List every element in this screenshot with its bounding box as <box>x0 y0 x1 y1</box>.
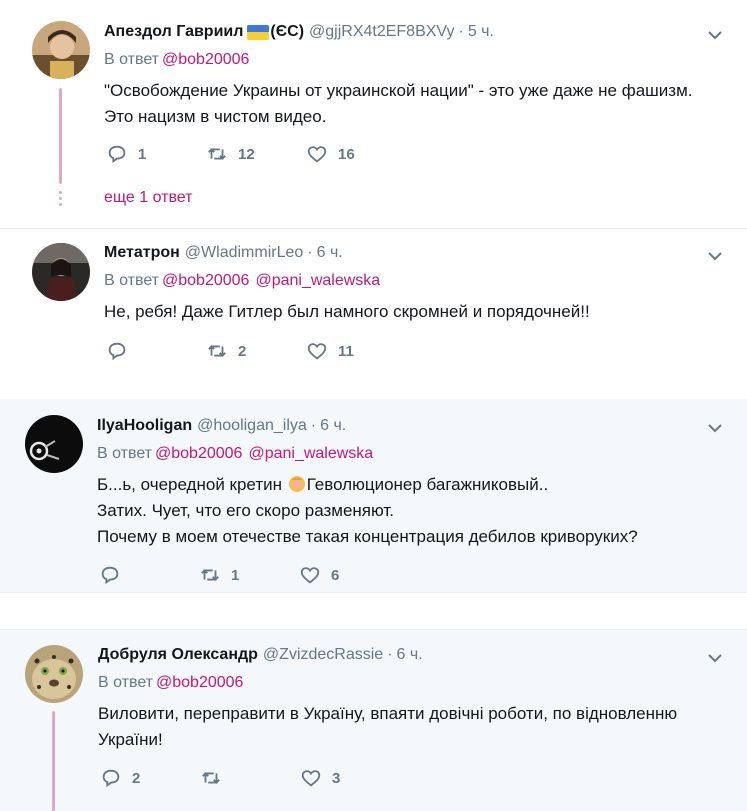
author-name-suffix[interactable]: (ЄС) <box>270 22 304 42</box>
thread-line <box>59 88 62 184</box>
separator-dot: · <box>458 23 464 40</box>
tweet-text-line: Б...ь, очередной кретин Геволюционер баг… <box>97 475 549 494</box>
mention-link[interactable]: @bob20006 <box>156 674 243 691</box>
section-gap <box>0 592 747 630</box>
tweet-4: Добруля Олександр @ZvizdecRassie · 6 ч. … <box>0 631 747 811</box>
like-button[interactable]: 11 <box>306 340 406 362</box>
more-options-button[interactable] <box>707 249 723 261</box>
separator-dot: · <box>307 244 313 261</box>
avatar[interactable] <box>32 21 90 79</box>
like-icon <box>307 146 327 163</box>
tweet-text-line: Затих. Чует, что его скоро разменяют. <box>97 501 395 520</box>
author-handle[interactable]: @gjjRX4t2EF8BXVy <box>309 22 454 42</box>
reply-button[interactable]: 1 <box>106 143 206 165</box>
chevron-down-icon <box>708 31 722 40</box>
more-options-button[interactable] <box>707 421 723 433</box>
timestamp[interactable]: 6 ч. <box>320 416 346 436</box>
retweet-count: 1 <box>231 566 240 584</box>
tweet-text: Б...ь, очередной кретин Геволюционер баг… <box>97 472 638 550</box>
avatar[interactable] <box>25 645 83 703</box>
reply-icon <box>102 769 120 788</box>
reply-context: В ответ @bob20006 <box>98 673 677 693</box>
tweet-2: Метатрон @WladimmirLeo · 6 ч. В ответ @bo… <box>0 229 747 399</box>
tweet-text-line: "Освобождение Украины от украинской наци… <box>104 81 693 100</box>
retweet-icon <box>202 772 220 784</box>
chevron-down-icon <box>708 424 722 433</box>
mention-link[interactable]: @pani_walewska <box>255 272 380 289</box>
tweet-text-line: Это нацизм в чистом видео. <box>104 107 327 126</box>
facepalm-emoji-icon <box>288 475 306 493</box>
author-name[interactable]: Добруля Олександр <box>98 645 258 665</box>
separator-dot: · <box>387 646 393 663</box>
reply-count: 1 <box>138 145 147 163</box>
like-count: 16 <box>338 145 355 163</box>
reply-context: В ответ @bob20006 <box>104 50 693 70</box>
reply-context: В ответ @bob20006 @pani_walewska <box>104 271 590 291</box>
like-count: 3 <box>332 769 341 787</box>
reply-button[interactable] <box>106 340 206 362</box>
retweet-count: 12 <box>238 145 255 163</box>
retweet-icon <box>208 345 226 357</box>
separator-dot: · <box>310 417 317 434</box>
tweet-1: Апездол Гавриил (ЄС) @gjjRX4t2EF8BXVy · … <box>0 0 747 228</box>
retweet-count: 2 <box>238 342 247 360</box>
tweet-text-line: Почему в моем отечестве такая концентрац… <box>97 527 638 546</box>
retweet-button[interactable]: 12 <box>206 143 306 165</box>
author-name[interactable]: IlyaHooligan <box>97 416 192 436</box>
timestamp[interactable]: 6 ч. <box>317 243 343 263</box>
thread-line <box>52 711 55 811</box>
author-handle[interactable]: @hooligan_ilya <box>197 416 307 436</box>
like-count: 6 <box>331 566 340 584</box>
timestamp[interactable]: 5 ч. <box>468 22 494 42</box>
reply-button[interactable] <box>99 564 199 586</box>
retweet-icon <box>208 148 226 160</box>
retweet-icon <box>201 569 219 581</box>
tweet-text: Не, ребя! Даже Гитлер был намного скромн… <box>104 299 590 325</box>
thread-dots <box>59 191 62 209</box>
like-count: 11 <box>338 342 354 360</box>
tweet-3: IlyaHooligan @hooligan_ilya · 6 ч. В отв… <box>0 399 747 592</box>
mention-link[interactable]: @bob20006 <box>162 272 249 289</box>
reply-icon <box>101 566 119 585</box>
tweet-text: Виловити, переправити в Україну, впаяти … <box>98 701 677 753</box>
avatar[interactable] <box>25 415 83 473</box>
reply-icon <box>108 342 126 361</box>
tweet-text-line: Виловити, переправити в Україну, впаяти … <box>98 704 678 723</box>
mention-link[interactable]: @bob20006 <box>155 445 242 462</box>
retweet-button[interactable]: 2 <box>206 340 306 362</box>
mention-link[interactable]: @pani_walewska <box>248 445 373 462</box>
reply-prefix: В ответ <box>97 445 153 462</box>
like-button[interactable]: 3 <box>300 767 400 789</box>
reply-button[interactable]: 2 <box>100 767 200 789</box>
chevron-down-icon <box>708 654 722 663</box>
retweet-button[interactable] <box>200 767 300 789</box>
avatar[interactable] <box>32 243 90 301</box>
reply-count: 2 <box>132 769 141 787</box>
author-name[interactable]: Апездол Гавриил <box>104 22 243 42</box>
timestamp[interactable]: 6 ч. <box>397 645 423 665</box>
more-options-button[interactable] <box>707 651 723 663</box>
like-icon <box>307 343 327 360</box>
like-button[interactable]: 6 <box>299 564 399 586</box>
like-icon <box>300 567 320 584</box>
reply-prefix: В ответ <box>104 272 160 289</box>
reply-prefix: В ответ <box>104 51 160 68</box>
tweet-text-line: Не, ребя! Даже Гитлер был намного скромн… <box>104 302 590 321</box>
like-icon <box>301 770 321 787</box>
more-options-button[interactable] <box>707 28 723 40</box>
tweet-text-line: України! <box>98 730 163 749</box>
show-more-replies-link[interactable]: еще 1 ответ <box>104 189 192 207</box>
mention-link[interactable]: @bob20006 <box>162 51 249 68</box>
chevron-down-icon <box>708 252 722 261</box>
flag-ukraine-icon <box>247 24 270 40</box>
like-button[interactable]: 16 <box>306 143 406 165</box>
tweet-text: "Освобождение Украины от украинской наци… <box>104 78 693 130</box>
author-name[interactable]: Метатрон <box>104 243 180 263</box>
reply-context: В ответ @bob20006 @pani_walewska <box>97 444 638 464</box>
author-handle[interactable]: @ZvizdecRassie <box>263 645 383 665</box>
author-handle[interactable]: @WladimmirLeo <box>185 243 303 263</box>
retweet-button[interactable]: 1 <box>199 564 299 586</box>
reply-prefix: В ответ <box>98 674 154 691</box>
reply-icon <box>108 145 126 164</box>
